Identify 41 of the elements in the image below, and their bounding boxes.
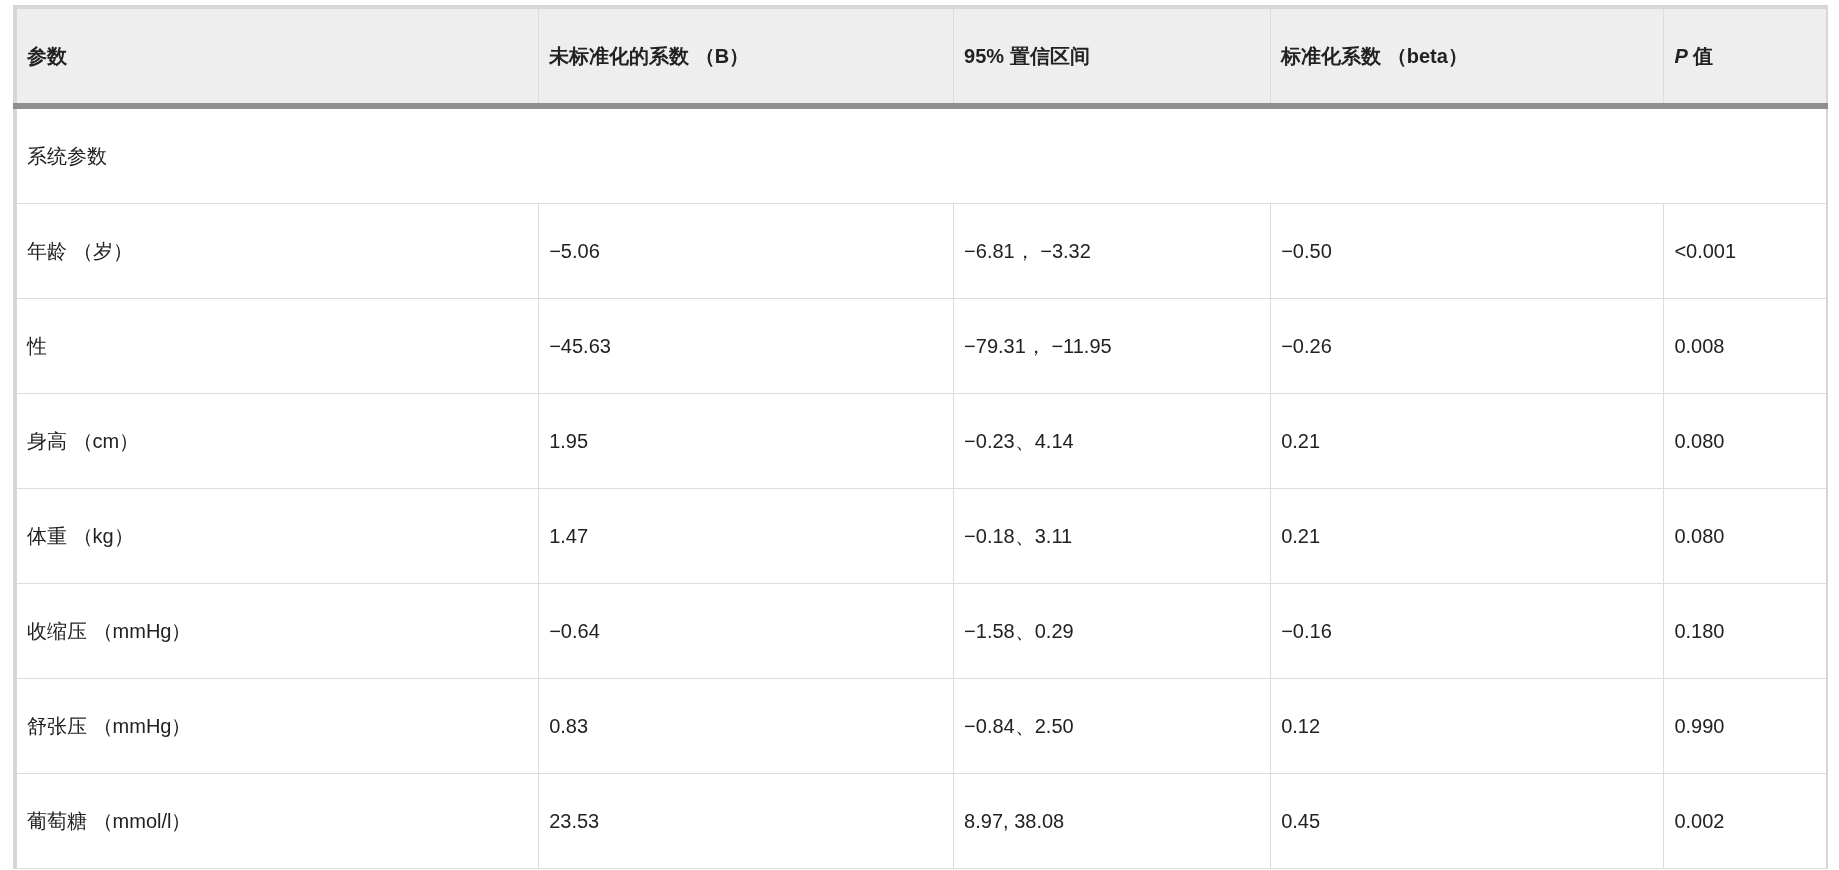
table-cell: 舒张压 （mmHg） <box>15 678 539 774</box>
table-cell: 0.12 <box>1270 678 1664 774</box>
table-cell: 身高 （cm） <box>15 393 539 489</box>
table-cell: −0.23、4.14 <box>953 393 1271 489</box>
table-cell: 0.990 <box>1663 678 1827 774</box>
table-cell: −0.64 <box>538 583 954 679</box>
table-cell: 0.002 <box>1663 773 1827 869</box>
table-cell: −0.16 <box>1270 583 1664 679</box>
table-cell: −0.50 <box>1270 203 1664 299</box>
table-cell: 收缩压 （mmHg） <box>15 583 539 679</box>
table-cell: 8.97, 38.08 <box>953 773 1271 869</box>
table-cell: −5.06 <box>538 203 954 299</box>
table-cell: 葡萄糖 （mmol/l） <box>15 773 539 869</box>
table-cell: 1.95 <box>538 393 954 489</box>
column-header: P 值 <box>1663 7 1827 106</box>
table-cell: <0.001 <box>1663 203 1827 299</box>
column-header: 95% 置信区间 <box>953 7 1271 106</box>
table-cell: 0.008 <box>1663 298 1827 394</box>
table-cell: 1.47 <box>538 488 954 584</box>
column-header: 参数 <box>15 7 539 106</box>
table-cell: −0.84、2.50 <box>953 678 1271 774</box>
table-cell: 年龄 （岁） <box>15 203 539 299</box>
table-cell: −6.81， −3.32 <box>953 203 1271 299</box>
table-cell: 性 <box>15 298 539 394</box>
table-cell: 23.53 <box>538 773 954 869</box>
table-cell: −0.26 <box>1270 298 1664 394</box>
column-header: 未标准化的系数 （B） <box>538 7 954 106</box>
table-cell: −45.63 <box>538 298 954 394</box>
table-cell: 0.21 <box>1270 393 1664 489</box>
table-cell: 0.21 <box>1270 488 1664 584</box>
table-cell: 0.180 <box>1663 583 1827 679</box>
table-cell: 0.83 <box>538 678 954 774</box>
column-header: 标准化系数 （beta） <box>1270 7 1664 106</box>
table-cell: 0.080 <box>1663 488 1827 584</box>
section-header: 系统参数 <box>15 106 1827 204</box>
table-cell: −79.31， −11.95 <box>953 298 1271 394</box>
table-cell: −1.58、0.29 <box>953 583 1271 679</box>
table-cell: 0.45 <box>1270 773 1664 869</box>
table-cell: 0.080 <box>1663 393 1827 489</box>
table-cell: −0.18、3.11 <box>953 488 1271 584</box>
table-cell: 体重 （kg） <box>15 488 539 584</box>
